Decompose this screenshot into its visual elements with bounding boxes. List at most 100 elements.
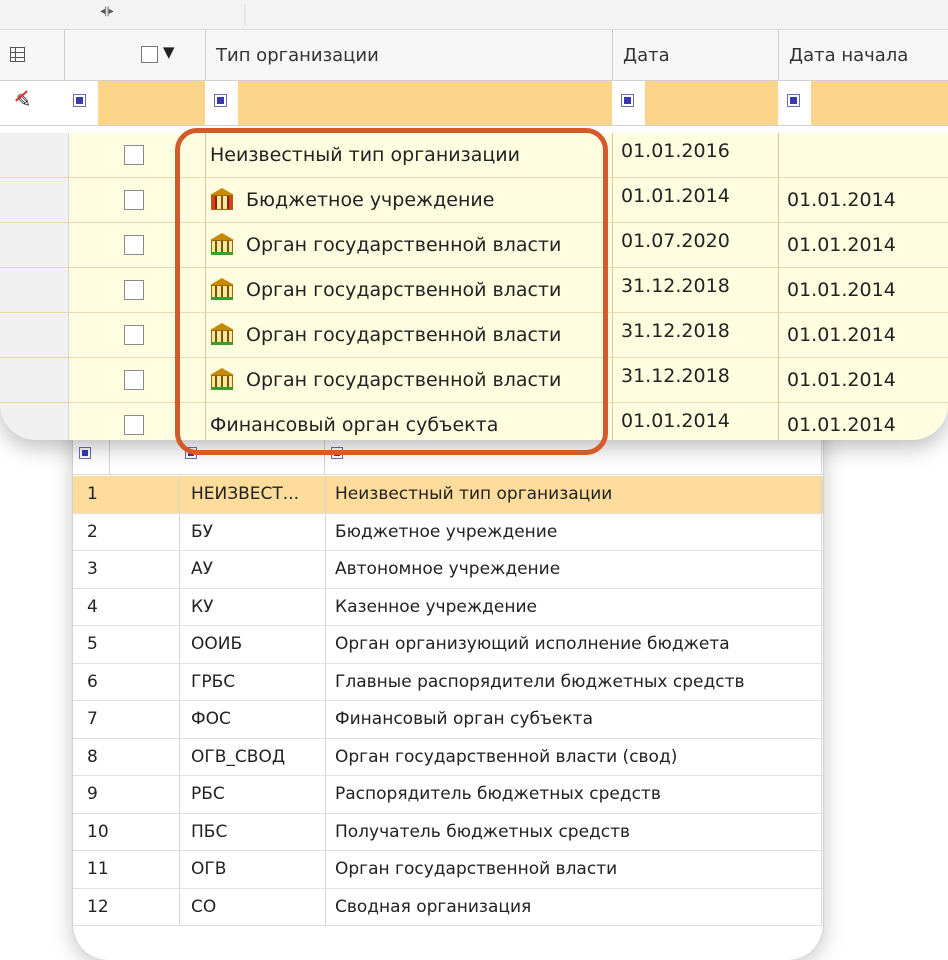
- list-cell-code: КУ: [191, 596, 214, 617]
- header-col-type[interactable]: Тип организации: [206, 30, 613, 80]
- list-item[interactable]: 11 ОГВ Орган государственной власти: [73, 851, 823, 889]
- clear-filter-icon[interactable]: ✎: [16, 91, 31, 112]
- filter-select[interactable]: [65, 81, 97, 125]
- filter-start-input[interactable]: [811, 81, 948, 125]
- row-checkbox[interactable]: [124, 145, 144, 165]
- filter-select-value[interactable]: [98, 81, 205, 125]
- list-cell-code: ОГВ_СВОД: [191, 746, 286, 767]
- grid-top-strip: ◂||▸: [0, 0, 948, 30]
- list-cell-code: ОГВ: [191, 859, 227, 879]
- grid-row[interactable]: Неизвестный тип организации 01.01.2016: [0, 133, 948, 178]
- cell-start-date: 01.01.2014: [787, 414, 896, 436]
- list-item[interactable]: 4 КУ Казенное учреждение: [73, 588, 823, 626]
- row-header[interactable]: [0, 178, 69, 222]
- grid-row[interactable]: Орган государственной власти 31.12.2018 01…: [0, 358, 948, 403]
- row-header[interactable]: [0, 268, 69, 312]
- list-item[interactable]: 6 ГРБС Главные распорядители бюджетных сре…: [73, 663, 823, 701]
- lookup-filter-code[interactable]: [179, 440, 325, 474]
- lookup-filter-name[interactable]: [325, 440, 822, 474]
- cell-date: 31.12.2018: [621, 365, 730, 387]
- cell-date: 01.07.2020: [621, 230, 730, 252]
- list-cell-id: 12: [87, 896, 109, 917]
- cell-type: Бюджетное учреждение: [246, 189, 495, 211]
- grid-row[interactable]: Бюджетное учреждение 01.01.2014 01.01.2014: [0, 178, 948, 223]
- list-item[interactable]: 9 РБС Распорядитель бюджетных средств: [73, 776, 823, 814]
- grid-row[interactable]: Орган государственной власти 31.12.2018 01…: [0, 268, 948, 313]
- cell-type: Орган государственной власти: [246, 234, 562, 256]
- grid-row[interactable]: Орган государственной власти 31.12.2018 01…: [0, 313, 948, 358]
- select-all-checkbox[interactable]: [141, 46, 158, 63]
- table-grid-icon[interactable]: [10, 47, 25, 62]
- row-header[interactable]: [0, 403, 69, 440]
- filter-type-input[interactable]: [238, 81, 612, 125]
- building-green-icon: [210, 323, 234, 345]
- filter-type-mode[interactable]: [206, 81, 238, 125]
- list-item[interactable]: 8 ОГВ_СВОД Орган государственной власти (с…: [73, 738, 823, 776]
- cell-date: 01.01.2014: [621, 185, 730, 207]
- row-header[interactable]: [0, 223, 69, 267]
- list-cell-code: ФОС: [191, 709, 231, 729]
- cell-date: 01.01.2016: [621, 140, 730, 162]
- filter-date-input[interactable]: [645, 81, 778, 125]
- list-cell-name: Орган государственной власти: [335, 859, 618, 879]
- list-cell-name: Финансовый орган субъекта: [335, 709, 593, 729]
- list-item[interactable]: 5 ООИБ Орган организующий исполнение бюдже…: [73, 626, 823, 664]
- list-cell-name: Казенное учреждение: [335, 596, 537, 617]
- list-cell-name: Получатель бюджетных средств: [335, 821, 631, 842]
- list-cell-code: ООИБ: [191, 634, 243, 654]
- header-col-start[interactable]: Дата начала: [779, 30, 948, 80]
- column-title-date: Дата: [623, 45, 670, 66]
- row-checkbox[interactable]: [124, 190, 144, 210]
- grid-row[interactable]: Орган государственной власти 01.07.2020 01…: [0, 223, 948, 268]
- grid-row[interactable]: Финансовый орган субъекта 01.01.2014 01.01…: [0, 403, 948, 440]
- clear-filter-button[interactable]: ✎: [0, 81, 64, 125]
- row-header[interactable]: [0, 358, 69, 402]
- list-item[interactable]: 1 НЕИЗВЕСТ... Неизвестный тип организации: [73, 476, 823, 514]
- cell-date: 31.12.2018: [621, 275, 730, 297]
- list-cell-id: 5: [87, 634, 98, 654]
- filter-icon: [185, 447, 197, 459]
- list-cell-code: АУ: [191, 559, 213, 579]
- list-cell-name: Орган организующий исполнение бюджета: [335, 634, 730, 654]
- filter-date-mode[interactable]: [613, 81, 645, 125]
- list-item[interactable]: 2 БУ Бюджетное учреждение: [73, 513, 823, 551]
- column-title-type: Тип организации: [216, 45, 379, 66]
- row-checkbox[interactable]: [124, 280, 144, 300]
- list-cell-name: Главные распорядители бюджетных средств: [335, 671, 745, 692]
- row-checkbox[interactable]: [124, 370, 144, 390]
- list-cell-name: Распорядитель бюджетных средств: [335, 784, 661, 804]
- lookup-filter-row: [73, 440, 823, 475]
- cell-type: Орган государственной власти: [246, 279, 562, 301]
- building-green-icon: [210, 233, 234, 255]
- header-col-date[interactable]: Дата: [613, 30, 779, 80]
- list-item[interactable]: 7 ФОС Финансовый орган субъекта: [73, 701, 823, 739]
- row-checkbox[interactable]: [124, 325, 144, 345]
- cell-start-date: 01.01.2014: [787, 189, 896, 211]
- list-cell-id: 6: [87, 671, 98, 692]
- header-grid-settings[interactable]: [0, 30, 65, 80]
- row-header[interactable]: [0, 133, 69, 177]
- cell-type: Орган государственной власти: [246, 369, 562, 391]
- divider: [244, 4, 246, 26]
- header-select-all[interactable]: ▼: [65, 30, 206, 80]
- list-cell-code: НЕИЗВЕСТ...: [191, 484, 300, 504]
- list-cell-id: 10: [87, 821, 109, 842]
- list-cell-code: ПБС: [191, 821, 228, 842]
- filter-icon: [214, 94, 227, 107]
- row-checkbox[interactable]: [124, 415, 144, 435]
- list-cell-id: 8: [87, 746, 98, 767]
- filter-start-mode[interactable]: [779, 81, 811, 125]
- filter-icon: [73, 94, 86, 107]
- lookup-filter-id[interactable]: [73, 440, 110, 474]
- list-item[interactable]: 12 СО Сводная организация: [73, 888, 823, 926]
- row-header[interactable]: [0, 313, 69, 357]
- column-resize-handle-icon[interactable]: ◂||▸: [100, 6, 114, 17]
- building-green-icon: [210, 368, 234, 390]
- list-cell-name: Сводная организация: [335, 896, 532, 917]
- cell-start-date: 01.01.2014: [787, 279, 896, 301]
- list-item[interactable]: 3 АУ Автономное учреждение: [73, 551, 823, 589]
- list-item[interactable]: 10 ПБС Получатель бюджетных средств: [73, 813, 823, 851]
- chevron-down-icon[interactable]: ▼: [163, 43, 175, 61]
- list-cell-id: 7: [87, 709, 98, 729]
- row-checkbox[interactable]: [124, 235, 144, 255]
